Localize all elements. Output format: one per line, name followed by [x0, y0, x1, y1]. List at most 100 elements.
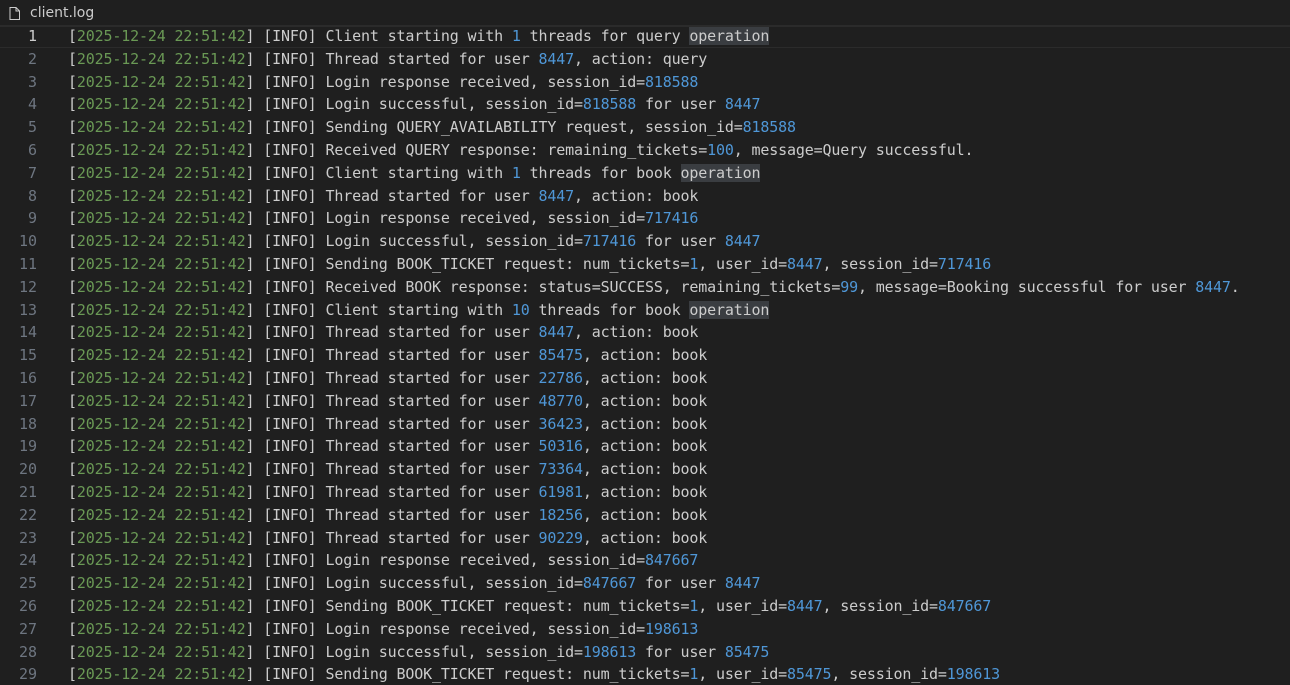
- gutter-spacer: [37, 116, 68, 139]
- log-timestamp: 2025-12-24 22:51:42: [76, 49, 246, 68]
- log-line[interactable]: 9 [2025-12-24 22:51:42] [INFO] Login resp…: [0, 207, 1290, 230]
- log-level: [INFO]: [263, 49, 326, 68]
- bracket: ]: [245, 551, 264, 570]
- log-line[interactable]: 20 [2025-12-24 22:51:42] [INFO] Thread st…: [0, 458, 1290, 481]
- line-content: [2025-12-24 22:51:42] [INFO] Thread star…: [68, 344, 707, 367]
- bracket: ]: [245, 574, 264, 593]
- log-line[interactable]: 12 [2025-12-24 22:51:42] [INFO] Received …: [0, 276, 1290, 299]
- log-line[interactable]: 24 [2025-12-24 22:51:42] [INFO] Login res…: [0, 549, 1290, 572]
- log-line[interactable]: 17 [2025-12-24 22:51:42] [INFO] Thread st…: [0, 390, 1290, 413]
- line-number: 13: [18, 300, 37, 319]
- log-line[interactable]: 13 [2025-12-24 22:51:42] [INFO] Client st…: [0, 299, 1290, 322]
- gutter-spacer: [37, 458, 68, 481]
- search-highlight: operation: [689, 300, 770, 319]
- gutter-spacer: [37, 276, 68, 299]
- log-text: , action: book: [582, 460, 708, 479]
- log-timestamp: 2025-12-24 22:51:42: [76, 551, 246, 570]
- gutter-spacer: [37, 230, 68, 253]
- log-line[interactable]: 18 [2025-12-24 22:51:42] [INFO] Thread st…: [0, 413, 1290, 436]
- line-content: [2025-12-24 22:51:42] [INFO] Login succe…: [68, 572, 761, 595]
- code-editor[interactable]: 1 [2025-12-24 22:51:42] [INFO] Client sta…: [0, 25, 1290, 685]
- log-text: threads for book: [529, 300, 690, 319]
- log-line[interactable]: 8 [2025-12-24 22:51:42] [INFO] Thread sta…: [0, 185, 1290, 208]
- log-text: threads for book: [520, 163, 681, 182]
- bracket: [: [68, 163, 77, 182]
- log-number: 8447: [538, 323, 574, 342]
- log-timestamp: 2025-12-24 22:51:42: [76, 460, 246, 479]
- bracket: [: [68, 414, 77, 433]
- log-text: Client starting with: [325, 27, 512, 45]
- log-line[interactable]: 21 [2025-12-24 22:51:42] [INFO] Thread st…: [0, 481, 1290, 504]
- log-number: 18256: [538, 505, 583, 524]
- log-number: 847667: [644, 551, 699, 570]
- log-number: 1: [689, 596, 699, 615]
- log-line[interactable]: 4 [2025-12-24 22:51:42] [INFO] Login succ…: [0, 93, 1290, 116]
- log-line[interactable]: 14 [2025-12-24 22:51:42] [INFO] Thread st…: [0, 321, 1290, 344]
- log-line[interactable]: 26 [2025-12-24 22:51:42] [INFO] Sending B…: [0, 595, 1290, 618]
- log-text: Login response received, session_id=: [325, 619, 645, 638]
- log-number: 847667: [582, 574, 637, 593]
- line-content: [2025-12-24 22:51:42] [INFO] Thread star…: [68, 458, 707, 481]
- log-line[interactable]: 25 [2025-12-24 22:51:42] [INFO] Login suc…: [0, 572, 1290, 595]
- log-line[interactable]: 5 [2025-12-24 22:51:42] [INFO] Sending QU…: [0, 116, 1290, 139]
- search-highlight: operation: [689, 27, 770, 45]
- bracket: ]: [245, 368, 264, 387]
- log-line[interactable]: 22 [2025-12-24 22:51:42] [INFO] Thread st…: [0, 504, 1290, 527]
- gutter-spacer: [37, 162, 68, 185]
- log-timestamp: 2025-12-24 22:51:42: [76, 95, 246, 114]
- bracket: [: [68, 574, 77, 593]
- log-line[interactable]: 2 [2025-12-24 22:51:42] [INFO] Thread sta…: [0, 48, 1290, 71]
- log-line[interactable]: 23 [2025-12-24 22:51:42] [INFO] Thread st…: [0, 527, 1290, 550]
- bracket: ]: [245, 642, 264, 661]
- log-line[interactable]: 29 [2025-12-24 22:51:42] [INFO] Sending B…: [0, 663, 1290, 685]
- log-number: 8447: [787, 254, 823, 273]
- gutter-spacer: [37, 663, 68, 685]
- log-level: [INFO]: [263, 596, 326, 615]
- log-text: for user: [636, 95, 725, 114]
- bracket: [: [68, 254, 77, 273]
- line-number: 24: [18, 551, 37, 570]
- log-level: [INFO]: [263, 163, 326, 182]
- log-level: [INFO]: [263, 209, 326, 228]
- line-number: 8: [27, 186, 37, 205]
- log-number: 8447: [787, 596, 823, 615]
- log-line[interactable]: 1 [2025-12-24 22:51:42] [INFO] Client sta…: [0, 25, 1290, 48]
- line-content: [2025-12-24 22:51:42] [INFO] Thread star…: [68, 435, 707, 458]
- log-line[interactable]: 3 [2025-12-24 22:51:42] [INFO] Login resp…: [0, 71, 1290, 94]
- bracket: [: [68, 186, 77, 205]
- log-line[interactable]: 7 [2025-12-24 22:51:42] [INFO] Client sta…: [0, 162, 1290, 185]
- log-line[interactable]: 27 [2025-12-24 22:51:42] [INFO] Login res…: [0, 618, 1290, 641]
- log-text: Thread started for user: [325, 368, 539, 387]
- line-content: [2025-12-24 22:51:42] [INFO] Thread star…: [68, 185, 698, 208]
- log-line[interactable]: 15 [2025-12-24 22:51:42] [INFO] Thread st…: [0, 344, 1290, 367]
- log-text: Client starting with: [325, 300, 512, 319]
- line-number: 26: [18, 596, 37, 615]
- log-timestamp: 2025-12-24 22:51:42: [76, 254, 246, 273]
- line-number: 25: [18, 574, 37, 593]
- log-text: , action: book: [573, 186, 699, 205]
- bracket: [: [68, 232, 77, 251]
- line-content: [2025-12-24 22:51:42] [INFO] Login respo…: [68, 549, 698, 572]
- log-level: [INFO]: [263, 186, 326, 205]
- log-text: Thread started for user: [325, 437, 539, 456]
- log-number: 198613: [582, 642, 637, 661]
- log-text: , action: book: [582, 505, 708, 524]
- log-line[interactable]: 11 [2025-12-24 22:51:42] [INFO] Sending B…: [0, 253, 1290, 276]
- log-line[interactable]: 28 [2025-12-24 22:51:42] [INFO] Login suc…: [0, 641, 1290, 664]
- log-number: 8447: [724, 232, 761, 251]
- log-line[interactable]: 19 [2025-12-24 22:51:42] [INFO] Thread st…: [0, 435, 1290, 458]
- file-tab[interactable]: client.log: [0, 0, 1290, 27]
- log-text: .: [1230, 277, 1240, 296]
- log-text: , action: book: [573, 323, 699, 342]
- log-line[interactable]: 10 [2025-12-24 22:51:42] [INFO] Login suc…: [0, 230, 1290, 253]
- log-text: Thread started for user: [325, 505, 539, 524]
- log-line[interactable]: 6 [2025-12-24 22:51:42] [INFO] Received Q…: [0, 139, 1290, 162]
- bracket: ]: [245, 95, 264, 114]
- line-content: [2025-12-24 22:51:42] [INFO] Login succe…: [68, 641, 769, 664]
- bracket: ]: [245, 391, 264, 410]
- log-text: Thread started for user: [325, 323, 539, 342]
- log-text: Sending BOOK_TICKET request: num_tickets…: [325, 665, 690, 684]
- gutter-spacer: [37, 185, 68, 208]
- log-line[interactable]: 16 [2025-12-24 22:51:42] [INFO] Thread st…: [0, 367, 1290, 390]
- log-text: , session_id=: [831, 665, 947, 684]
